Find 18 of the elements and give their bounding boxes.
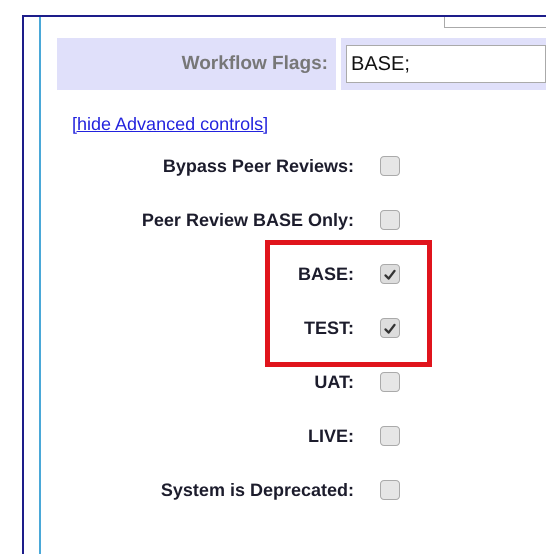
hide-advanced-link[interactable]: [hide Advanced controls] bbox=[72, 114, 268, 134]
option-label: Peer Review BASE Only: bbox=[140, 210, 354, 230]
workflow-flags-field[interactable]: BASE; bbox=[346, 45, 546, 83]
field-label: Workflow Flags: bbox=[57, 38, 336, 90]
checkbox[interactable] bbox=[380, 264, 400, 284]
checkbox[interactable] bbox=[380, 426, 400, 446]
checkbox[interactable] bbox=[380, 210, 400, 230]
option-label: TEST: bbox=[302, 318, 354, 338]
checkbox[interactable] bbox=[380, 318, 400, 338]
checkbox[interactable] bbox=[380, 372, 400, 392]
checkbox[interactable] bbox=[380, 156, 400, 176]
option-label: Bypass Peer Reviews: bbox=[162, 156, 354, 176]
option-label: BASE: bbox=[296, 264, 354, 284]
text-field[interactable] bbox=[444, 17, 546, 28]
checkbox[interactable] bbox=[380, 480, 400, 500]
option-label: LIVE: bbox=[306, 426, 354, 446]
option-label: System is Deprecated: bbox=[160, 480, 354, 500]
option-label: UAT: bbox=[313, 372, 354, 392]
